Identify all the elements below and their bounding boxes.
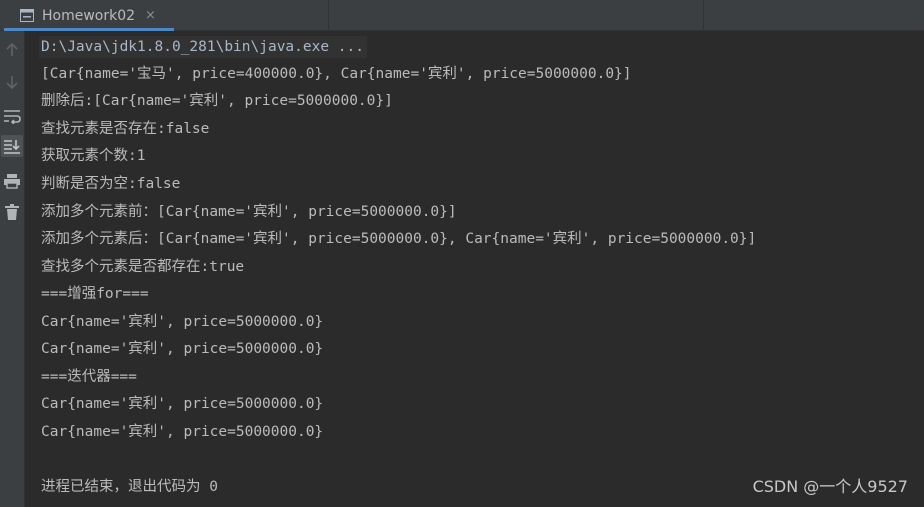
scroll-to-end-icon[interactable]	[1, 135, 23, 157]
soft-wrap-icon[interactable]	[1, 105, 23, 127]
close-icon[interactable]: ×	[145, 8, 156, 23]
output-line: ===增强for===	[41, 286, 149, 302]
output-line: 查找多个元素是否都存在:true	[41, 259, 245, 275]
output-line: 判断是否为空:false	[41, 176, 181, 192]
tab-homework02[interactable]: Homework02 ×	[4, 0, 174, 31]
command-line[interactable]: D:\Java\jdk1.8.0_281\bin\java.exe ...	[39, 36, 368, 58]
console-toolbar	[0, 31, 25, 507]
up-arrow-icon[interactable]	[1, 39, 23, 61]
console-icon	[20, 9, 34, 22]
output-line: ===迭代器===	[41, 369, 137, 385]
output-line: 获取元素个数:1	[41, 148, 146, 164]
output-line: Car{name='宾利', price=5000000.0}	[41, 396, 324, 412]
tab-label: Homework02	[42, 7, 136, 24]
output-line: Car{name='宾利', price=5000000.0}	[41, 424, 324, 440]
output-line: 添加多个元素后：[Car{name='宾利', price=5000000.0}…	[41, 231, 757, 247]
output-line: Car{name='宾利', price=5000000.0}	[41, 341, 324, 357]
down-arrow-icon[interactable]	[1, 71, 23, 93]
output-line: 添加多个元素前：[Car{name='宾利', price=5000000.0}…	[41, 204, 457, 220]
output-line: Car{name='宾利', price=5000000.0}	[41, 314, 324, 330]
watermark: CSDN @一个人9527	[752, 477, 908, 496]
exit-message: 进程已结束，退出代码为 0	[41, 479, 218, 495]
console-output[interactable]: D:\Java\jdk1.8.0_281\bin\java.exe ... [C…	[26, 31, 924, 507]
tab-bar: Homework02 ×	[0, 0, 924, 31]
output-line: 查找元素是否存在:false	[41, 121, 210, 137]
print-icon[interactable]	[1, 170, 23, 192]
output-line: 删除后:[Car{name='宾利', price=5000000.0}]	[41, 93, 393, 109]
output-line: [Car{name='宝马', price=400000.0}, Car{nam…	[41, 66, 632, 82]
trash-icon[interactable]	[1, 201, 23, 223]
run-console-window: Homework02 × D:\Java\jdk1.8.0_281\bin\ja…	[0, 0, 924, 507]
tab-bar-divider	[328, 0, 329, 31]
tab-bar-divider	[703, 0, 704, 31]
